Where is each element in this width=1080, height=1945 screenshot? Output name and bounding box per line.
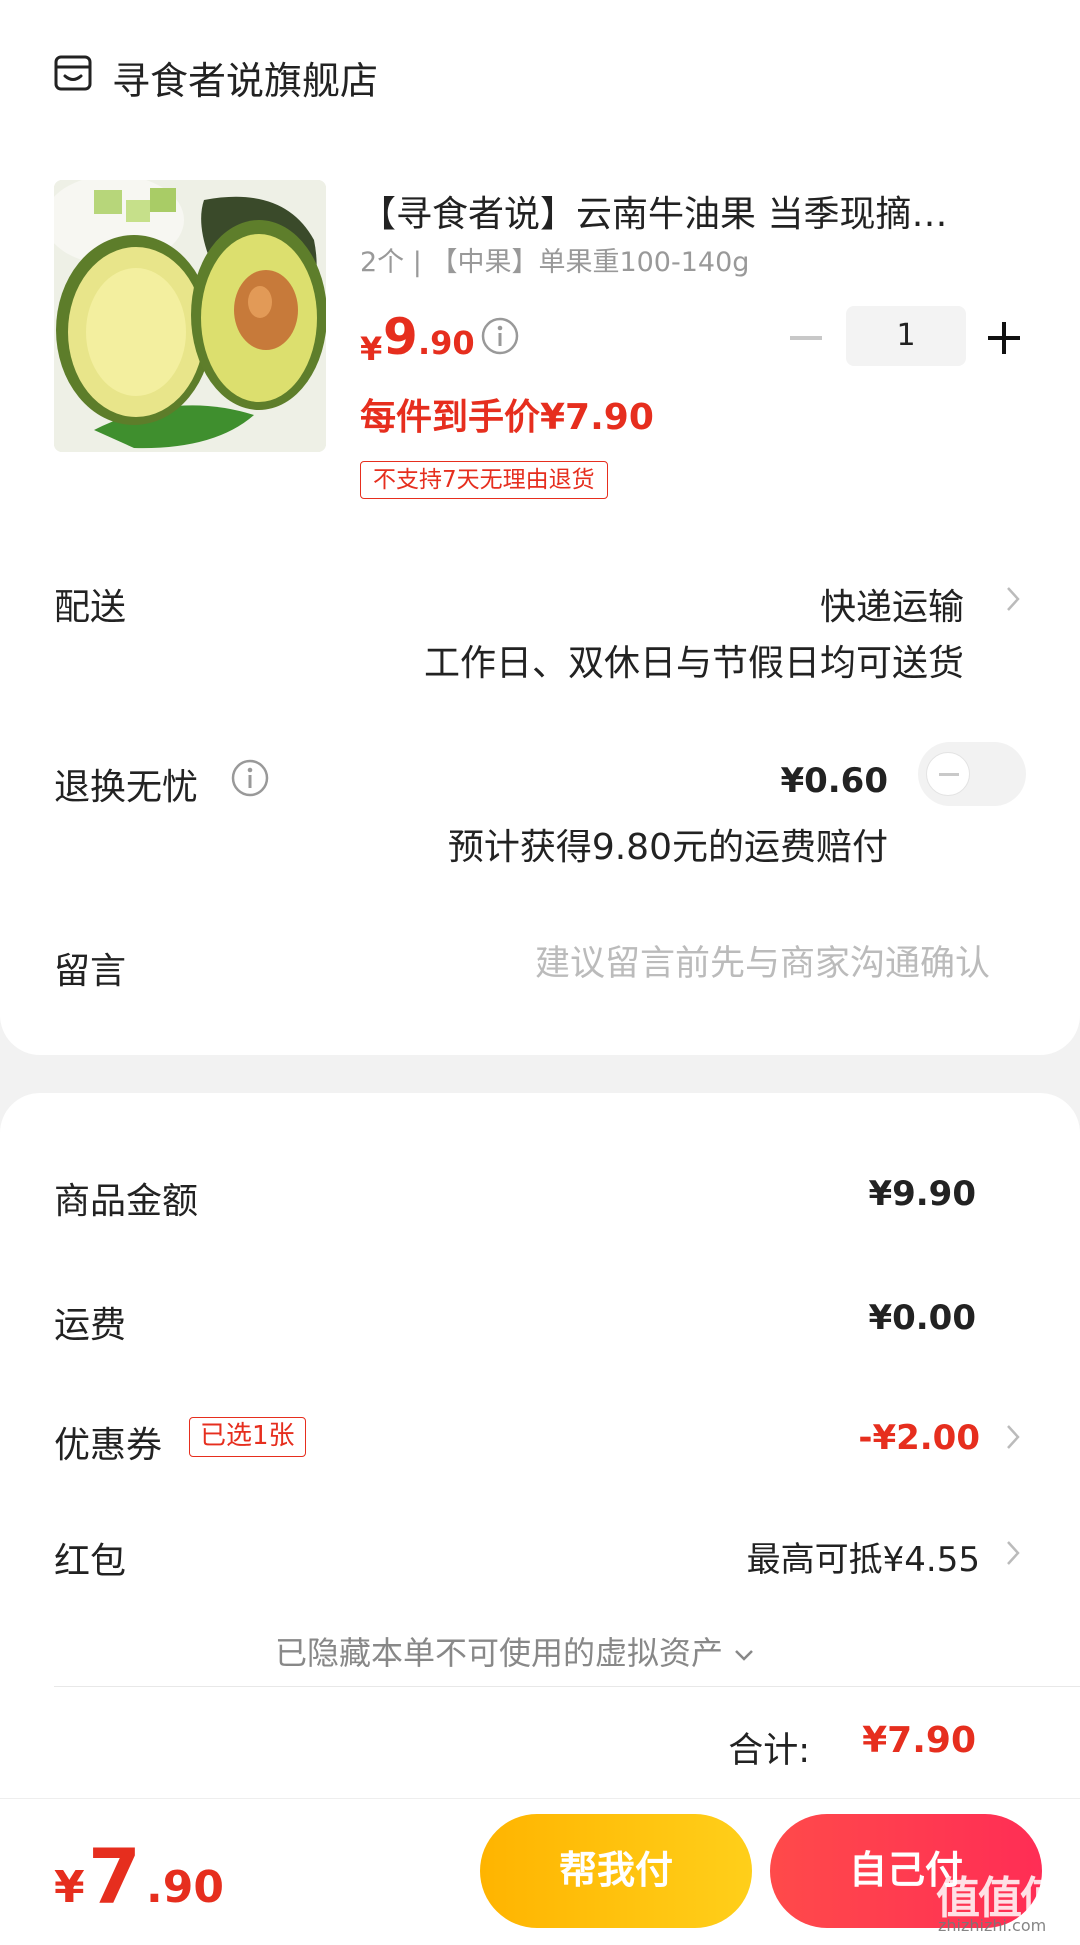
chevron-down-icon	[735, 1650, 753, 1661]
pay-price-integer: 7	[88, 1832, 141, 1921]
insurance-info-icon[interactable]	[230, 758, 270, 798]
coupon-label: 优惠券	[54, 1425, 163, 1466]
chevron-right-icon[interactable]	[1003, 1536, 1023, 1570]
delivery-method[interactable]: 快递运输	[820, 578, 964, 630]
avocado-photo	[54, 180, 326, 452]
goods-amount-label: 商品金额	[54, 1181, 199, 1222]
return-insurance-label: 退换无忧	[54, 767, 199, 808]
delivery-label: 配送	[54, 587, 127, 628]
hidden-assets-toggle[interactable]: 已隐藏本单不可使用的虚拟资产	[0, 1628, 1030, 1674]
return-policy-tag: 不支持7天无理由退货	[360, 461, 608, 499]
quantity-value[interactable]: 1	[846, 306, 966, 366]
pay-price-symbol: ¥	[54, 1862, 85, 1913]
quantity-plus-button[interactable]	[984, 318, 1024, 358]
price-info-icon[interactable]	[480, 316, 520, 356]
goods-amount-value: ¥9.90	[868, 1174, 976, 1214]
total-value: ¥7.90	[862, 1720, 976, 1761]
red-packet-label: 红包	[54, 1541, 127, 1582]
insurance-toggle[interactable]	[918, 742, 1026, 806]
quantity-minus-button[interactable]	[786, 318, 826, 358]
chevron-right-icon[interactable]	[1003, 1420, 1023, 1454]
coupon-discount[interactable]: -¥2.00	[858, 1418, 980, 1458]
price-integer: 9	[383, 308, 418, 366]
coupon-selected-badge: 已选1张	[189, 1417, 306, 1457]
store-icon	[54, 55, 92, 91]
product-title[interactable]: 【寻食者说】云南牛油果 当季现摘…	[360, 185, 1000, 237]
divider	[54, 1686, 1080, 1687]
message-input[interactable]	[460, 936, 990, 992]
price-symbol: ¥	[360, 330, 383, 368]
insurance-compensation: 预计获得9.80元的运费赔付	[447, 827, 888, 868]
help-me-pay-button[interactable]: 帮我付	[480, 1814, 752, 1928]
chevron-right-icon[interactable]	[1003, 582, 1023, 616]
toggle-knob	[926, 752, 970, 796]
product-spec[interactable]: 2个 | 【中果】单果重100-140g	[360, 240, 749, 279]
price-decimal: .90	[418, 324, 475, 362]
product-image[interactable]	[54, 180, 326, 452]
message-label: 留言	[54, 951, 127, 992]
final-price: 每件到手价¥7.90	[360, 397, 654, 438]
red-packet-value[interactable]: 最高可抵¥4.55	[747, 1532, 980, 1581]
delivery-schedule: 工作日、双休日与节假日均可送货	[423, 643, 964, 684]
shipping-fee-value: ¥0.00	[868, 1298, 976, 1338]
store-name[interactable]: 寻食者说旗舰店	[112, 50, 378, 105]
shipping-fee-label: 运费	[54, 1305, 127, 1346]
order-card	[0, 0, 1080, 1055]
insurance-price: ¥0.60	[780, 761, 888, 801]
total-label: 合计:	[728, 1731, 810, 1771]
hidden-assets-text: 已隐藏本单不可使用的虚拟资产	[274, 1634, 723, 1672]
pay-price-decimal: .90	[146, 1862, 224, 1913]
watermark-url: zhizhizhi.com	[938, 1916, 1047, 1935]
